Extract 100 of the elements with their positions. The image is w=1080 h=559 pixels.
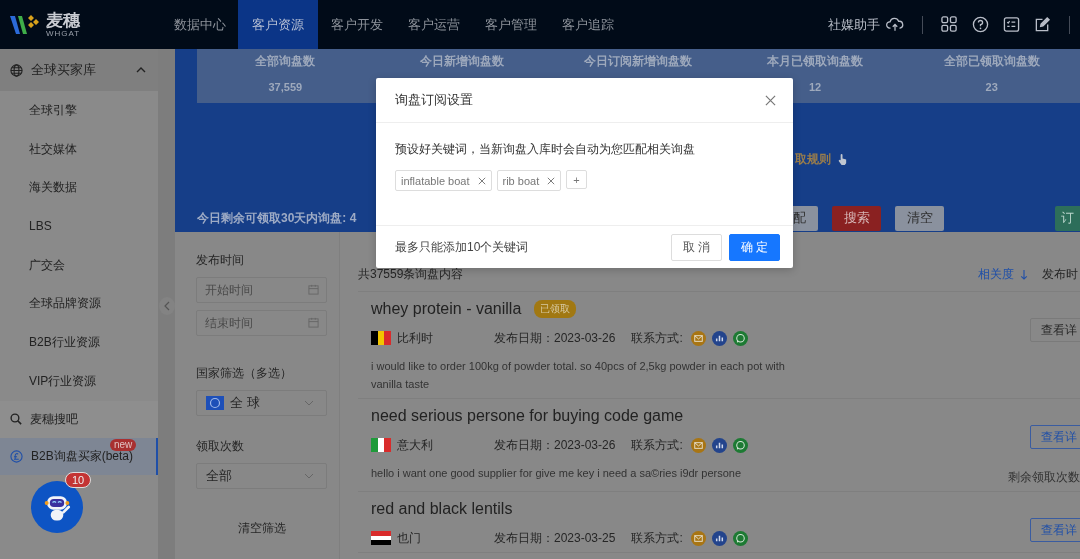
stat-value: 12 xyxy=(808,81,822,93)
filter-label: 发布时间 xyxy=(196,252,245,269)
sidebar-item[interactable]: 麦穗搜吧 xyxy=(0,400,158,438)
email-icon xyxy=(690,330,706,346)
inquiry-title[interactable]: whey protein - vanilla xyxy=(371,300,522,318)
date-field[interactable]: 开始时间 xyxy=(196,277,327,303)
stat-label: 今日订阅新增询盘数 xyxy=(584,53,693,70)
publish-date: 发布日期：2023-03-26 xyxy=(494,329,616,347)
cancel-button[interactable]: 取 消 xyxy=(671,233,722,261)
sidebar-item[interactable]: 全球引擎 xyxy=(0,91,158,130)
dialog-title: 询盘订阅设置 xyxy=(395,91,473,109)
calendar-icon xyxy=(308,317,319,328)
assistant-link[interactable]: 社媒助手 xyxy=(828,15,880,34)
arrow-down-icon xyxy=(1020,269,1028,280)
chart-icon xyxy=(711,530,727,546)
help-icon[interactable] xyxy=(972,16,989,33)
nav-tab[interactable]: 数据中心 xyxy=(161,0,238,49)
calendar-icon xyxy=(308,284,319,295)
remaining-claims: 剩余领取次数 xyxy=(1008,469,1080,486)
total-count: 共37559条询盘内容 xyxy=(358,266,464,283)
chevron-icon xyxy=(136,67,146,73)
chevron-down-icon xyxy=(304,473,314,479)
nav-tab[interactable]: 客户资源 xyxy=(238,0,318,49)
keyword-text: inflatable boat xyxy=(401,174,470,187)
contact-label: 联系方式: xyxy=(631,529,683,547)
hand-pointer-icon xyxy=(837,152,848,166)
clear-filters-button[interactable]: 清空筛选 xyxy=(196,519,327,538)
stat-label: 今日新增询盘数 xyxy=(419,53,504,70)
chart-icon xyxy=(711,330,727,346)
pound-coin-icon xyxy=(10,449,23,463)
sidebar-item[interactable]: VIP行业资源 xyxy=(0,361,158,401)
sidebar-item[interactable]: 全球品牌资源 xyxy=(0,284,158,324)
sidebar-item[interactable]: 社交媒体 xyxy=(0,129,158,169)
claimed-badge: 已领取 xyxy=(534,300,577,318)
sort-option[interactable]: 发布时 xyxy=(1042,266,1078,283)
email-icon xyxy=(690,530,706,546)
filter-label: 国家筛选（多选） xyxy=(196,365,293,382)
cloud-upload-icon[interactable] xyxy=(886,17,904,32)
whatsapp-icon xyxy=(732,330,748,346)
chevron-left-icon xyxy=(164,301,170,311)
nav-tab[interactable]: 客户追踪 xyxy=(549,0,626,49)
sidebar-item[interactable]: new B2B询盘买家(beta) xyxy=(0,437,158,475)
stat-label: 全部已领取询盘数 xyxy=(943,53,1040,70)
nav-tab[interactable]: 客户运营 xyxy=(395,0,472,49)
checklist-icon[interactable] xyxy=(1003,16,1020,33)
email-icon xyxy=(690,437,706,453)
country-name: 意大利 xyxy=(397,436,434,454)
sidebar-item[interactable]: B2B行业资源 xyxy=(0,323,158,362)
view-details-button[interactable]: 查看详 xyxy=(1030,318,1080,342)
whatsapp-icon xyxy=(732,530,748,546)
nav-tab[interactable]: 客户管理 xyxy=(472,0,549,49)
dialog-description: 预设好关键词，当新询盘入库时会自动为您匹配相关询盘 xyxy=(395,141,696,158)
keyword-limit-note: 最多只能添加10个关键词 xyxy=(395,238,529,256)
filter-label: 领取次数 xyxy=(196,438,245,455)
country-select[interactable]: 全 球 xyxy=(196,390,327,416)
chart-icon xyxy=(711,437,727,453)
chevron-down-icon xyxy=(304,400,314,406)
quota-text: 今日剩余可领取30天内询盘: 4 xyxy=(197,209,357,227)
stat-label: 本月已领取询盘数 xyxy=(767,53,864,70)
sidebar-item[interactable]: LBS xyxy=(0,207,158,246)
inquiry-title[interactable]: need serious persone for buying code game xyxy=(371,407,684,425)
nav-tab[interactable]: 客户开发 xyxy=(318,0,395,49)
action-button[interactable]: 搜索 xyxy=(832,205,881,231)
sidebar-group[interactable]: 全球买家库 xyxy=(0,49,158,91)
globe-flag-icon xyxy=(206,396,224,410)
publish-date: 发布日期：2023-03-25 xyxy=(494,529,616,547)
remove-icon[interactable] xyxy=(477,176,486,185)
country-name: 比利时 xyxy=(397,329,434,347)
logo-name: 麦穗 xyxy=(46,11,81,29)
date-field[interactable]: 结束时间 xyxy=(196,310,327,336)
action-button[interactable]: 订 xyxy=(1055,205,1080,231)
notification-count: 10 xyxy=(65,472,92,488)
contact-label: 联系方式: xyxy=(631,436,683,454)
globe-icon xyxy=(10,63,23,77)
edit-icon[interactable] xyxy=(1034,16,1051,33)
keyword-text: rib boat xyxy=(502,174,540,187)
apps-icon[interactable] xyxy=(941,16,958,33)
action-button[interactable]: 清空 xyxy=(895,205,944,231)
search-icon xyxy=(10,413,22,425)
inquiry-description: hello i want one good supplier for give me key i need a sa©ries i9dr persone xyxy=(371,466,743,481)
rules-link[interactable]: 取规则 xyxy=(795,150,831,168)
publish-date: 发布日期：2023-03-26 xyxy=(494,436,616,454)
count-select[interactable]: 全部 xyxy=(196,463,327,489)
new-badge: new xyxy=(110,438,137,451)
whatsapp-icon xyxy=(732,437,748,453)
close-icon[interactable] xyxy=(765,94,776,106)
remove-icon[interactable] xyxy=(547,176,556,185)
add-keyword-button[interactable]: + xyxy=(566,170,587,189)
country-name: 也门 xyxy=(397,529,422,547)
sidebar-item[interactable]: 广交会 xyxy=(0,245,158,285)
confirm-button[interactable]: 确 定 xyxy=(729,233,780,261)
stat-value: 37,559 xyxy=(268,81,303,93)
sidebar-item[interactable]: 海关数据 xyxy=(0,168,158,208)
stat-label: 全部询盘数 xyxy=(255,53,316,70)
inquiry-description: i would like to order 100kg of powder total. so 40pcs of 2,5kg powder in each pot with vanilla taste xyxy=(371,359,786,392)
stat-value: 23 xyxy=(985,81,998,93)
contact-label: 联系方式: xyxy=(631,329,683,347)
logo-icon xyxy=(9,12,39,37)
inquiry-title[interactable]: red and black lentils xyxy=(371,500,513,518)
logo-subtitle: WHGAT xyxy=(46,29,81,38)
